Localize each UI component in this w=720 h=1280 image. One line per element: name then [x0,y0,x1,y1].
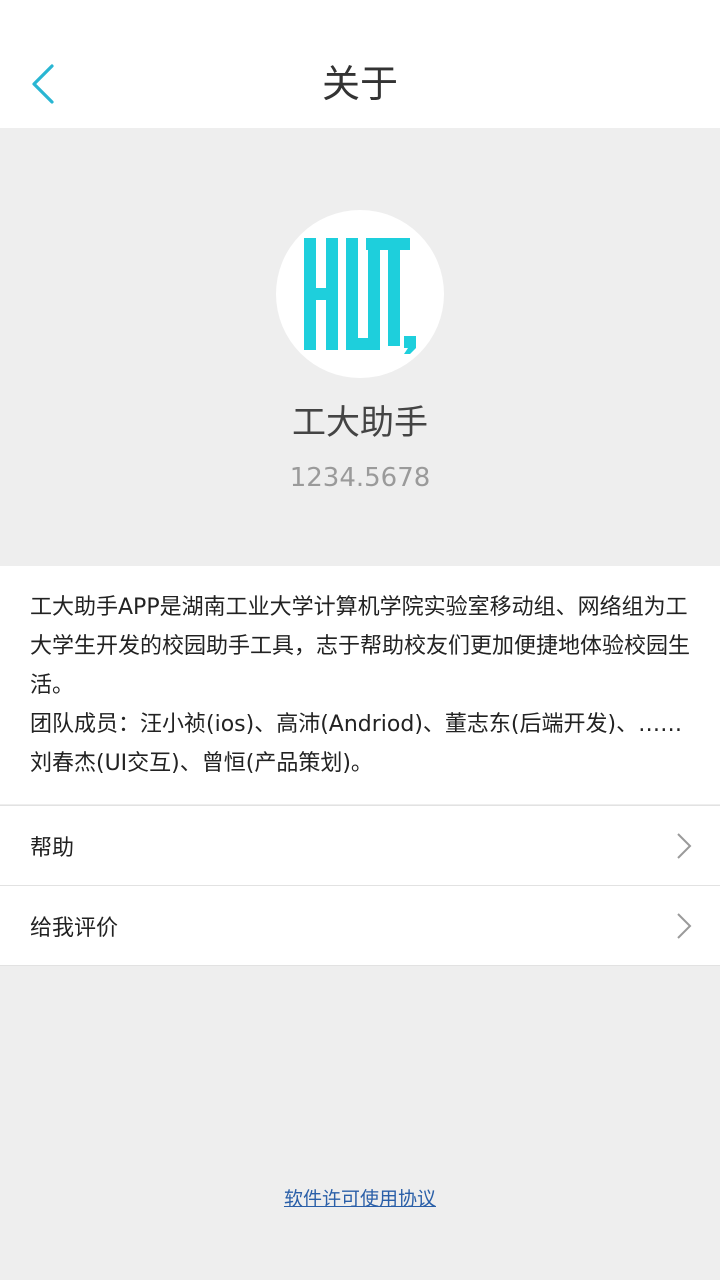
rate-label: 给我评价 [30,915,119,941]
license-agreement-link[interactable]: 软件许可使用协议 [0,1184,720,1211]
page-title: 关于 [321,62,398,106]
help-label: 帮助 [30,835,75,861]
app-version: 1234.5678 [289,463,431,493]
app-name: 工大助手 [292,403,428,443]
help-row[interactable]: 帮助 [0,805,720,885]
app-info-section: 工大助手 1234.5678 [0,128,720,565]
chevron-right-icon [677,913,692,939]
chevron-right-icon [677,833,692,859]
app-logo [276,210,444,378]
app-description: 工大助手APP是湖南工业大学计算机学院实验室移动组、网络组为工大学生开发的校园助… [0,566,720,804]
rate-row[interactable]: 给我评价 [0,885,720,966]
description-team: 团队成员：汪小祯(ios)、高沛(Andriod)、董志东(后端开发)、……刘春… [30,712,683,776]
top-bar: 关于 [0,0,720,128]
description-intro: 工大助手APP是湖南工业大学计算机学院实验室移动组、网络组为工大学生开发的校园助… [30,595,691,698]
hut-logo-icon [304,238,416,354]
